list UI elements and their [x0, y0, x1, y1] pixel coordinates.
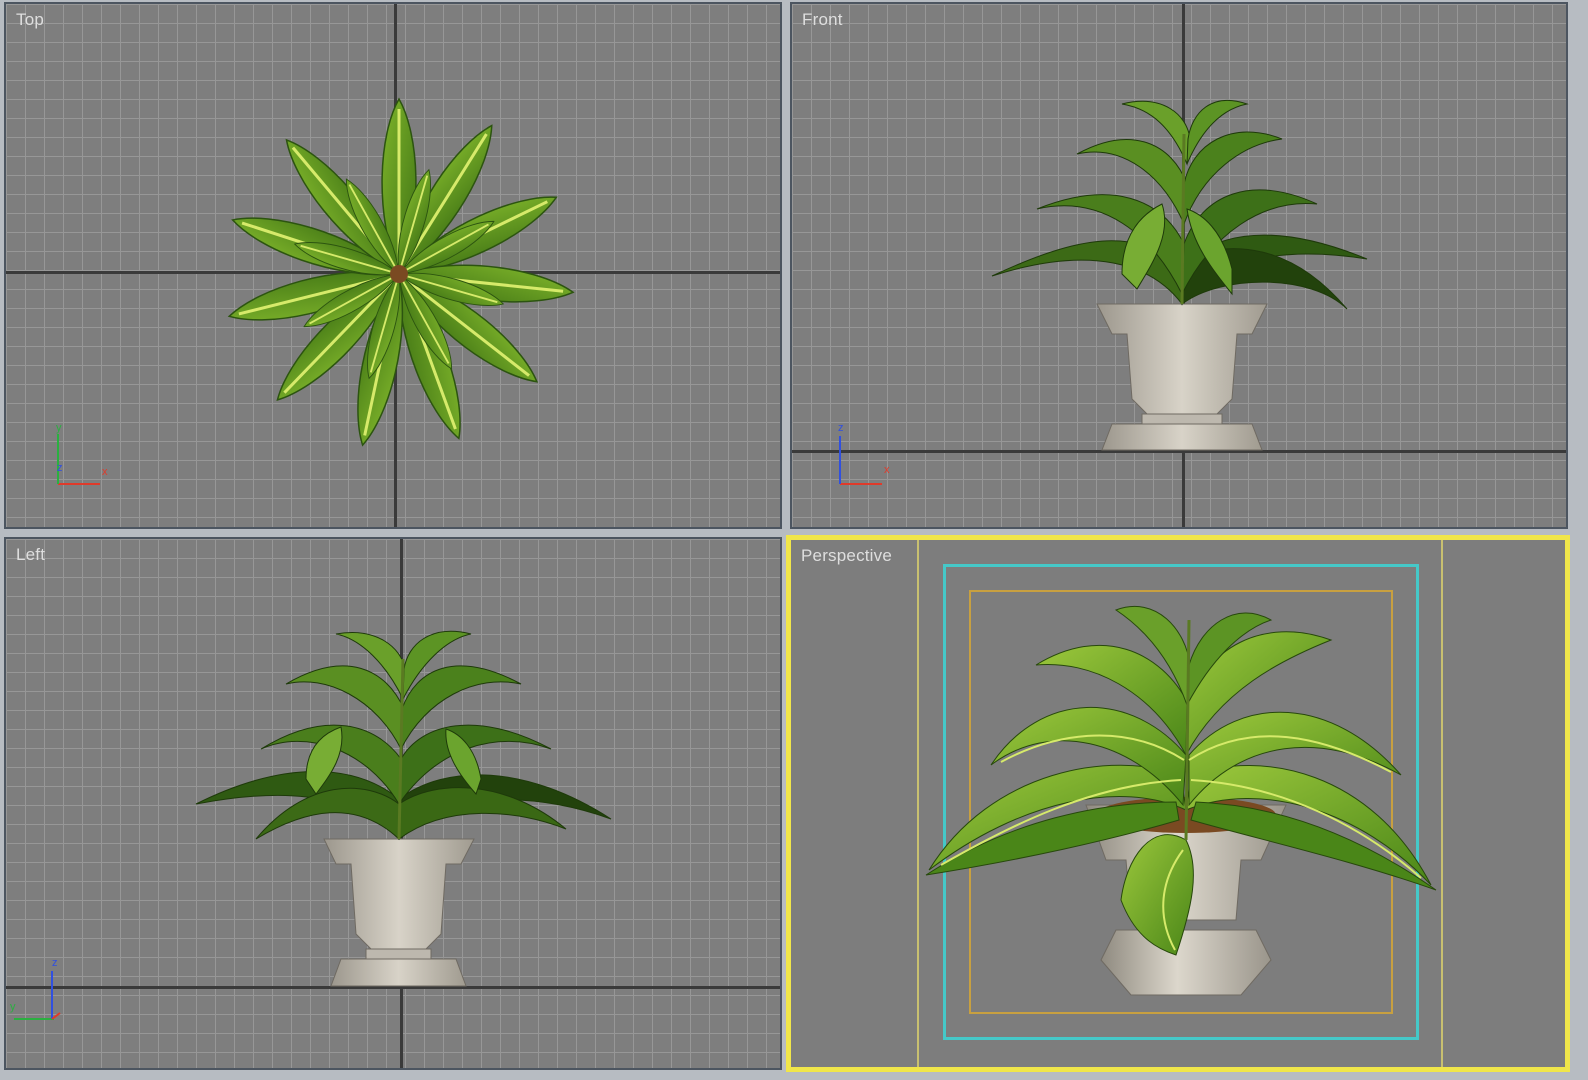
plant-left-view[interactable] — [6, 539, 782, 1070]
axis-tripod-icon: x y z — [50, 422, 120, 492]
axis-x-label: x — [884, 464, 890, 476]
axis-y-label: y — [10, 1001, 16, 1013]
plant-perspective-view[interactable] — [791, 540, 1570, 1072]
axis-tripod-icon: y z — [6, 957, 76, 1027]
axis-z-label: z — [57, 462, 63, 474]
viewport-front[interactable]: Front x z — [790, 2, 1568, 529]
axis-tripod-icon: x z — [832, 422, 902, 492]
viewport-top[interactable]: Top x y z — [4, 2, 782, 529]
axis-y-label: y — [56, 422, 62, 434]
axis-z-label: z — [838, 422, 844, 434]
axis-z-label: z — [52, 957, 58, 969]
viewport-left[interactable]: Left y z — [4, 537, 782, 1070]
axis-x-label: x — [102, 466, 108, 478]
plant-top-view[interactable] — [6, 4, 782, 529]
viewport-perspective[interactable]: Perspective — [786, 535, 1570, 1072]
plant-front-view[interactable] — [792, 4, 1568, 529]
